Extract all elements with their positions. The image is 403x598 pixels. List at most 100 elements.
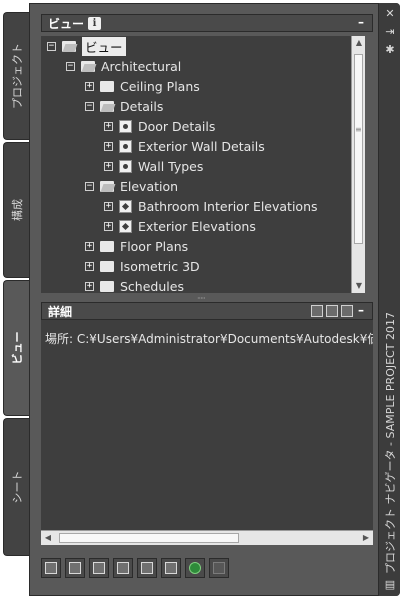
tab-constructs[interactable]: 構成 xyxy=(3,142,29,278)
search-details-icon[interactable] xyxy=(341,305,353,317)
scroll-up-icon[interactable]: ▲ xyxy=(352,36,366,50)
properties-icon[interactable]: ✱ xyxy=(383,43,397,57)
tree-item-label: Exterior Wall Details xyxy=(138,138,265,154)
bottom-toolbar xyxy=(41,558,241,580)
tree-item-schedules[interactable]: + Schedules xyxy=(85,276,184,293)
scroll-thumb[interactable] xyxy=(354,54,363,244)
detail-view-icon xyxy=(119,139,132,153)
minimize-views-button[interactable]: – xyxy=(356,16,366,28)
details-panel-title: 詳細 xyxy=(48,304,73,319)
collapse-icon[interactable]: − xyxy=(47,41,56,51)
palette-menu-icon[interactable]: ▤ xyxy=(383,578,397,592)
tree-item-label: Isometric 3D xyxy=(120,258,200,274)
expand-icon[interactable]: + xyxy=(104,201,113,211)
details-panel-header: 詳細 – xyxy=(41,302,373,320)
tree-item-label: Exterior Elevations xyxy=(138,218,256,234)
scroll-grip-icon: ≡ xyxy=(355,125,362,134)
refresh-button[interactable] xyxy=(185,558,205,578)
detail-view-icon xyxy=(119,159,132,173)
expand-icon[interactable]: + xyxy=(85,281,94,291)
tree-item-exterior-wall-details[interactable]: + Exterior Wall Details xyxy=(104,136,265,156)
tree-item-label: Elevation xyxy=(120,178,179,194)
tab-views[interactable]: ビュー xyxy=(3,280,29,416)
add-category-icon xyxy=(117,562,129,574)
expand-icon[interactable]: + xyxy=(104,141,113,151)
close-icon[interactable]: ✕ xyxy=(383,7,397,21)
tree-item-ceiling-plans[interactable]: + Ceiling Plans xyxy=(85,76,200,96)
tree-item-label: Ceiling Plans xyxy=(120,78,200,94)
tree-item-label: Door Details xyxy=(138,118,216,134)
views-panel-header: ビュー i – xyxy=(41,14,373,32)
tab-project-label: プロジェクト xyxy=(10,43,24,109)
collapse-icon[interactable]: − xyxy=(66,61,75,71)
add-detail-view-icon xyxy=(69,562,81,574)
location-path: 場所: C:¥Users¥Administrator¥Documents¥Aut… xyxy=(45,332,373,346)
repath-icon xyxy=(213,562,225,574)
autohide-icon[interactable]: ⇥ xyxy=(383,25,397,39)
add-category-button[interactable] xyxy=(113,558,133,578)
elevation-view-icon xyxy=(119,219,132,233)
regenerate-icon xyxy=(141,562,153,574)
expand-icon[interactable]: + xyxy=(104,161,113,171)
collapse-icon[interactable]: − xyxy=(85,101,94,111)
expand-icon[interactable]: + xyxy=(85,261,94,271)
tree-item-bathroom-interior-elevations[interactable]: + Bathroom Interior Elevations xyxy=(104,196,318,216)
details-content: 場所: C:¥Users¥Administrator¥Documents¥Aut… xyxy=(41,320,373,530)
tree-item-label: Schedules xyxy=(120,278,184,294)
expand-icon[interactable]: + xyxy=(104,221,113,231)
tree-item-architectural[interactable]: − Architectural xyxy=(66,56,181,76)
scroll-left-icon[interactable]: ◀ xyxy=(41,531,55,545)
detail-list-icon[interactable] xyxy=(326,305,338,317)
tree-item-floor-plans[interactable]: + Floor Plans xyxy=(85,236,188,256)
expand-icon[interactable]: + xyxy=(104,121,113,131)
add-detail-view-button[interactable] xyxy=(65,558,85,578)
tree-item-views[interactable]: − ビュー xyxy=(47,36,126,56)
expand-icon[interactable]: + xyxy=(85,81,94,91)
tab-views-label: ビュー xyxy=(10,331,24,365)
folder-icon xyxy=(100,260,114,272)
folder-icon xyxy=(100,280,114,292)
tree-item-label: ビュー xyxy=(82,36,126,56)
tree-item-label: Wall Types xyxy=(138,158,204,174)
refresh-icon xyxy=(189,562,201,574)
tree-vertical-scrollbar[interactable]: ▲ ≡ ▼ xyxy=(351,36,365,293)
tree-item-label: Bathroom Interior Elevations xyxy=(138,198,318,214)
add-section-view-button[interactable] xyxy=(89,558,109,578)
scroll-thumb[interactable] xyxy=(59,533,239,543)
folder-open-icon xyxy=(100,100,114,112)
properties-button[interactable] xyxy=(161,558,181,578)
palette-title: プロジェクト ナビゲータ - SAMPLE PROJECT 2017 xyxy=(383,312,397,574)
views-tree[interactable]: − ビュー − Architectural + Ceiling Plans − … xyxy=(41,36,351,293)
scroll-down-icon[interactable]: ▼ xyxy=(352,279,366,293)
minimize-details-button[interactable]: – xyxy=(356,304,366,316)
tree-item-elevation[interactable]: − Elevation xyxy=(85,176,178,196)
add-section-view-icon xyxy=(93,562,105,574)
add-view-icon xyxy=(45,562,57,574)
tree-item-details[interactable]: − Details xyxy=(85,96,163,116)
tree-item-isometric-3d[interactable]: + Isometric 3D xyxy=(85,256,200,276)
tree-item-label: Architectural xyxy=(101,58,182,74)
tree-item-door-details[interactable]: + Door Details xyxy=(104,116,215,136)
folder-open-icon xyxy=(100,180,114,192)
properties-icon xyxy=(165,562,177,574)
palette-title-strip: ✕ ⇥ ✱ プロジェクト ナビゲータ - SAMPLE PROJECT 2017… xyxy=(378,3,400,596)
regenerate-button[interactable] xyxy=(137,558,157,578)
folder-open-icon xyxy=(62,40,76,52)
details-horizontal-scrollbar[interactable]: ◀ ▶ xyxy=(41,530,373,545)
elevation-view-icon xyxy=(119,199,132,213)
folder-icon xyxy=(100,240,114,252)
tab-sheets[interactable]: シート xyxy=(3,418,29,556)
collapse-icon[interactable]: − xyxy=(85,181,94,191)
tree-item-label: Floor Plans xyxy=(120,238,189,254)
tree-item-exterior-elevations[interactable]: + Exterior Elevations xyxy=(104,216,256,236)
tab-constructs-label: 構成 xyxy=(10,199,24,221)
tree-item-wall-types[interactable]: + Wall Types xyxy=(104,156,203,176)
preview-icon[interactable] xyxy=(311,305,323,317)
scroll-right-icon[interactable]: ▶ xyxy=(359,531,373,545)
info-icon[interactable]: i xyxy=(88,16,102,30)
tab-sheets-label: シート xyxy=(10,470,24,504)
expand-icon[interactable]: + xyxy=(85,241,94,251)
panel-splitter[interactable]: ····· xyxy=(41,293,373,303)
add-view-button[interactable] xyxy=(41,558,61,578)
tab-project[interactable]: プロジェクト xyxy=(3,12,29,140)
